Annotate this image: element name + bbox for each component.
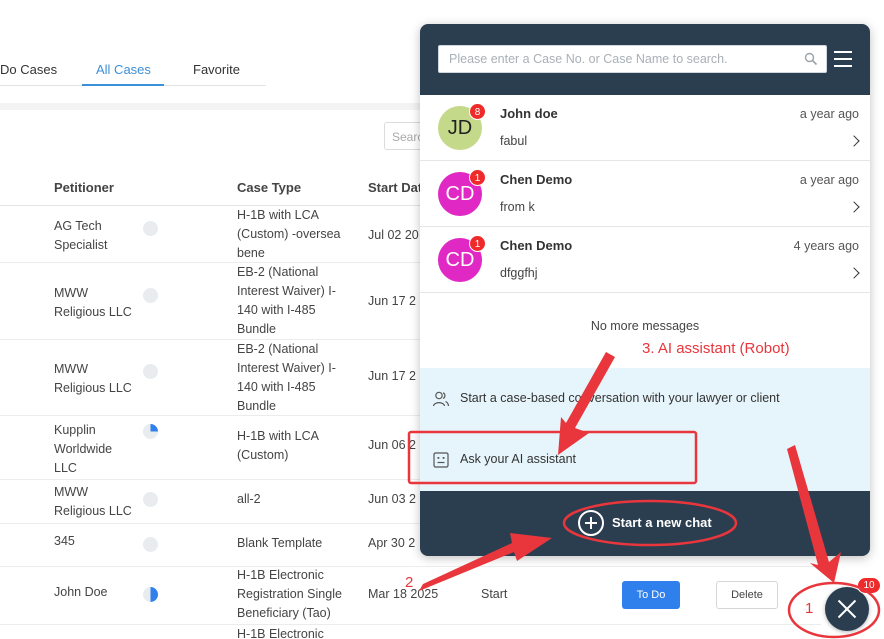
- annotation-label-1: 1: [805, 600, 814, 617]
- start-date-cell: Mar 18 2025: [368, 587, 439, 601]
- petitioner-cell: John Doe: [54, 585, 108, 599]
- start-date-cell: Jul 02 20: [368, 228, 419, 242]
- petitioner-cell: MWW Religious LLC: [54, 286, 132, 319]
- unread-badge: 8: [469, 103, 486, 120]
- case-type-cell: H-1B with LCA (Custom): [237, 429, 319, 462]
- tab-favorite[interactable]: Favorite: [193, 62, 240, 77]
- chat-panel: JD 8 John doe a year ago fabul CD 1 Chen…: [420, 24, 870, 556]
- active-tab-indicator: [82, 84, 164, 86]
- start-date-cell: Jun 03 2: [368, 492, 416, 506]
- petitioner-cell: 345: [54, 534, 75, 548]
- column-header-case-type[interactable]: Case Type: [237, 180, 301, 195]
- chat-header: [420, 24, 870, 95]
- annotation-label-3: 3. AI assistant (Robot): [642, 340, 790, 357]
- conversation-name: Chen Demo: [500, 172, 573, 187]
- petitioner-cell: MWW Religious LLC: [54, 362, 132, 395]
- menu-icon[interactable]: [834, 51, 852, 67]
- case-search-input[interactable]: Searc: [384, 122, 424, 150]
- case-conversation-option[interactable]: Start a case-based conversation with you…: [420, 382, 870, 416]
- case-type-cell: H-1B with LCA (Custom) -oversea bene: [237, 208, 341, 260]
- start-date-cell: Apr 30 2: [368, 536, 416, 550]
- conversation-item[interactable]: CD 1 Chen Demo 4 years ago dfggfhj: [420, 227, 870, 293]
- tab-all-cases[interactable]: All Cases: [96, 62, 151, 77]
- progress-indicator: [143, 492, 158, 507]
- start-date-cell: Jun 17 2: [368, 369, 416, 383]
- delete-button[interactable]: Delete: [716, 581, 778, 609]
- start-date-cell: Jun 17 2: [368, 294, 416, 308]
- ai-assistant-option[interactable]: Ask your AI assistant: [420, 443, 870, 477]
- unread-badge: 1: [469, 169, 486, 186]
- chat-options: Start a case-based conversation with you…: [420, 368, 870, 491]
- search-icon[interactable]: [804, 52, 818, 66]
- conversation-preview: fabul: [500, 134, 528, 148]
- conversation-item[interactable]: CD 1 Chen Demo a year ago from k: [420, 161, 870, 227]
- case-type-cell: EB-2 (National Interest Waiver) I-140 wi…: [237, 265, 336, 336]
- ai-assistant-label: Ask your AI assistant: [460, 452, 577, 466]
- case-type-cell: EB-2 (National Interest Waiver) I-140 wi…: [237, 342, 336, 413]
- users-icon: [432, 391, 450, 407]
- progress-indicator: [143, 364, 158, 379]
- case-type-cell: Blank Template: [237, 536, 323, 550]
- case-type-cell: H-1B Electronic Registration Single Bene…: [237, 568, 342, 620]
- conversation-time: a year ago: [799, 173, 859, 187]
- unread-total-badge: 10: [857, 577, 881, 594]
- petitioner-cell: Kupplin Worldwide LLC: [54, 423, 113, 475]
- status-cell: Start: [481, 587, 508, 601]
- tab-todo-cases[interactable]: Do Cases: [0, 62, 57, 77]
- chat-footer: Start a new chat: [420, 491, 870, 556]
- chat-search-input[interactable]: [438, 45, 827, 73]
- column-header-petitioner[interactable]: Petitioner: [54, 180, 114, 195]
- column-header-start-date[interactable]: Start Dat: [368, 180, 422, 195]
- start-new-chat-label: Start a new chat: [612, 515, 712, 530]
- robot-icon: [433, 452, 449, 468]
- progress-indicator: [143, 537, 158, 552]
- chevron-right-icon: [848, 135, 860, 147]
- case-type-cell: all-2: [237, 492, 261, 506]
- conversation-preview: from k: [500, 200, 535, 214]
- table-row[interactable]: H-1B Electronic: [0, 625, 821, 639]
- plus-circle-icon: [578, 510, 604, 536]
- unread-badge: 1: [469, 235, 486, 252]
- progress-indicator: [143, 288, 158, 303]
- progress-indicator: [143, 221, 158, 236]
- case-conversation-label: Start a case-based conversation with you…: [460, 391, 780, 405]
- conversation-time: 4 years ago: [793, 239, 859, 253]
- progress-indicator: [143, 424, 158, 439]
- conversation-name: Chen Demo: [500, 238, 573, 253]
- chevron-right-icon: [848, 201, 860, 213]
- case-type-cell: H-1B Electronic: [237, 627, 324, 639]
- petitioner-cell: AG Tech Specialist: [54, 219, 108, 252]
- conversation-name: John doe: [500, 106, 558, 121]
- progress-indicator: [143, 587, 158, 602]
- no-more-messages: No more messages: [590, 319, 700, 333]
- start-date-cell: Jun 06 2: [368, 438, 416, 452]
- conversation-preview: dfggfhj: [500, 266, 538, 280]
- chevron-right-icon: [848, 267, 860, 279]
- conversation-item[interactable]: JD 8 John doe a year ago fabul: [420, 95, 870, 161]
- conversation-time: a year ago: [799, 107, 859, 121]
- petitioner-cell: MWW Religious LLC: [54, 485, 132, 518]
- todo-button[interactable]: To Do: [622, 581, 680, 609]
- annotation-label-2: 2: [405, 574, 414, 591]
